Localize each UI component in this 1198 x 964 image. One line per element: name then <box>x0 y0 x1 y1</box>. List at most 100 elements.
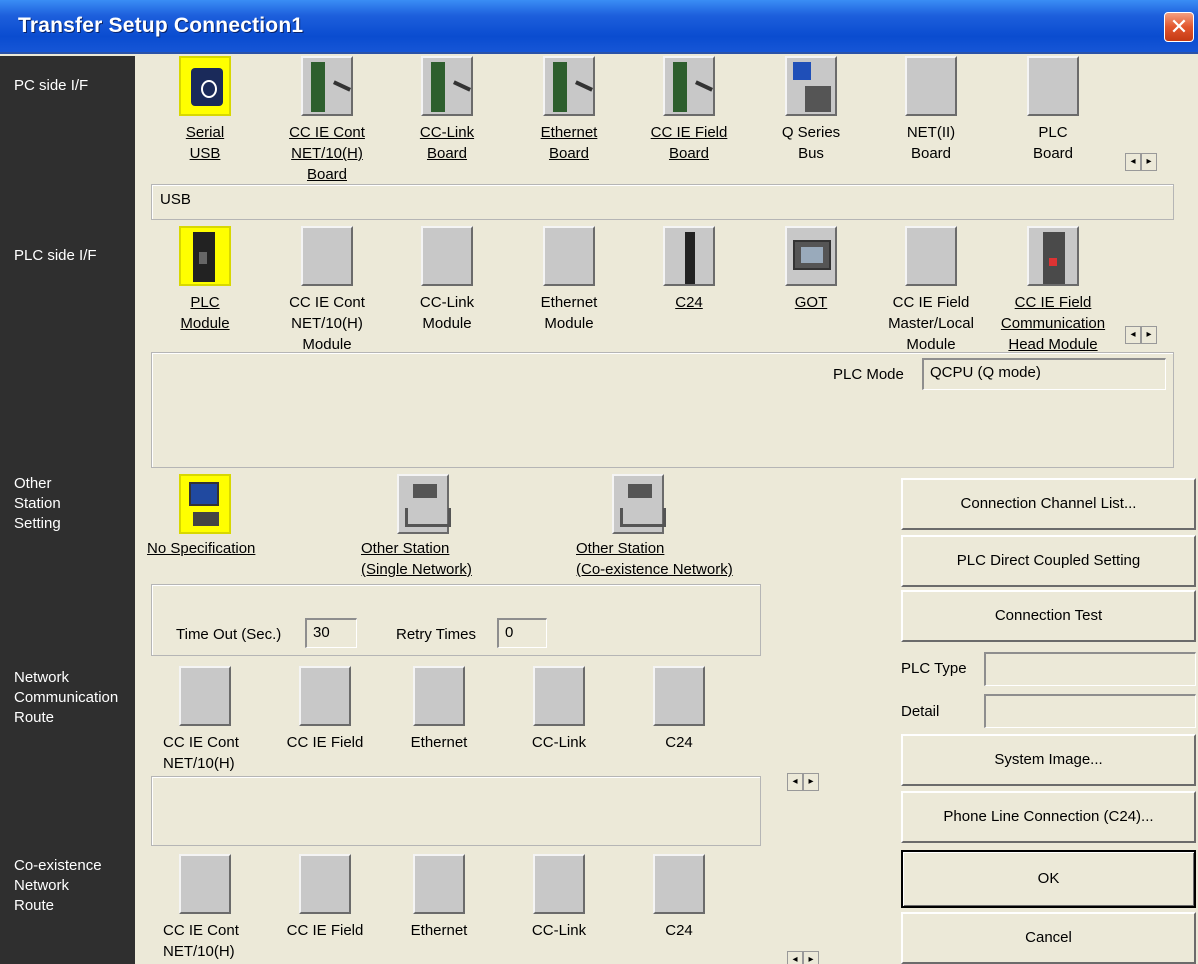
network-route-scroll[interactable]: ◂ ▸ <box>787 771 823 791</box>
plc-if-label: CC IE Cont NET/10(H) Module <box>289 294 365 353</box>
pc-if-label: Serial USB <box>185 124 225 162</box>
network-route-label: C24 <box>665 734 693 751</box>
coexistence-route-cc-ie-field[interactable]: CC IE Field <box>269 854 381 941</box>
plc-if-c24[interactable]: C24 <box>633 226 745 313</box>
coexistence-route-label: Ethernet <box>410 922 468 939</box>
network-route-label: CC IE Cont NET/10(H) <box>163 734 239 772</box>
pc-if-scroll[interactable]: ◂ ▸ <box>1125 151 1161 171</box>
section-label-column: PC side I/F PLC side I/F Other Station S… <box>0 56 135 964</box>
coexistence-route-c24[interactable]: C24 <box>623 854 735 941</box>
plc-if-label: CC-Link Module <box>419 294 475 332</box>
pc-if-value: USB <box>160 191 191 208</box>
detail-label: Detail <box>901 703 940 720</box>
other-station-label: Other Station (Co-existence Network) <box>576 540 733 578</box>
plc-if-cc-ie-field-master[interactable]: CC IE Field Master/Local Module <box>875 226 987 355</box>
pc-if-value-box: USB <box>151 184 1174 220</box>
pc-if-label: NET(II) Board <box>906 124 956 162</box>
network-route-cc-ie-cont[interactable]: CC IE Cont NET/10(H) <box>149 666 261 774</box>
scroll-right-icon[interactable]: ▸ <box>1141 326 1157 344</box>
scroll-right-icon[interactable]: ▸ <box>803 951 819 964</box>
coexistence-route-scroll[interactable]: ◂ ▸ <box>787 949 823 964</box>
label-other-station: Other Station Setting <box>14 475 61 532</box>
close-button[interactable]: ✕ <box>1164 12 1194 42</box>
pc-if-plc-board[interactable]: PLC Board <box>997 56 1109 164</box>
other-station-no-spec[interactable]: No Specification <box>147 474 287 559</box>
blank-icon <box>179 666 231 726</box>
c24-icon <box>663 226 715 286</box>
other-station-label: Other Station (Single Network) <box>361 540 472 578</box>
plc-if-cc-link-module[interactable]: CC-Link Module <box>391 226 503 334</box>
network-route-box <box>151 776 761 846</box>
plc-if-cc-ie-cont-module[interactable]: CC IE Cont NET/10(H) Module <box>271 226 383 355</box>
plc-if-cc-ie-field-head[interactable]: CC IE Field Communication Head Module <box>997 226 1109 355</box>
connection-test-button[interactable]: Connection Test <box>901 590 1196 642</box>
board-icon <box>421 56 473 116</box>
blank-icon <box>653 666 705 726</box>
pc-if-cc-ie-field-board[interactable]: CC IE Field Board <box>633 56 745 164</box>
coexistence-route-ethernet[interactable]: Ethernet <box>383 854 495 941</box>
scroll-left-icon[interactable]: ◂ <box>1125 326 1141 344</box>
usb-cable-icon <box>179 56 231 116</box>
network-route-c24[interactable]: C24 <box>623 666 735 753</box>
scroll-left-icon[interactable]: ◂ <box>1125 153 1141 171</box>
pc-if-ethernet-board[interactable]: Ethernet Board <box>513 56 625 164</box>
blank-icon <box>533 854 585 914</box>
network-route-label: CC-Link <box>531 734 587 751</box>
coexistence-route-label: C24 <box>665 922 693 939</box>
blank-icon <box>905 226 957 286</box>
retry-input[interactable]: 0 <box>497 618 547 648</box>
network-route-ethernet[interactable]: Ethernet <box>383 666 495 753</box>
retry-label: Retry Times <box>396 626 477 643</box>
blank-icon <box>299 666 351 726</box>
blank-icon <box>179 854 231 914</box>
pc-icon <box>179 474 231 534</box>
plc-direct-coupled-setting-button[interactable]: PLC Direct Coupled Setting <box>901 535 1196 587</box>
plc-if-scroll[interactable]: ◂ ▸ <box>1125 324 1161 344</box>
coexistence-route-label: CC IE Field <box>286 922 364 939</box>
network-route-cc-ie-field[interactable]: CC IE Field <box>269 666 381 753</box>
timeout-label: Time Out (Sec.) <box>176 626 282 643</box>
pc-if-label: CC IE Cont NET/10(H) Board <box>289 124 365 183</box>
window-title: Transfer Setup Connection1 <box>18 14 304 37</box>
got-icon <box>785 226 837 286</box>
plc-if-ethernet-module[interactable]: Ethernet Module <box>513 226 625 334</box>
pc-if-serial-usb[interactable]: Serial USB <box>149 56 261 164</box>
pc-if-q-series-bus[interactable]: Q Series Bus <box>755 56 867 164</box>
label-coexistence-route: Co-existence Network Route <box>14 857 102 914</box>
network-icon <box>397 474 451 534</box>
other-station-single[interactable]: Other Station (Single Network) <box>361 474 511 580</box>
plc-mode-label: PLC Mode <box>833 366 904 383</box>
connection-channel-list-button[interactable]: Connection Channel List... <box>901 478 1196 530</box>
scroll-left-icon[interactable]: ◂ <box>787 773 803 791</box>
blank-icon <box>543 226 595 286</box>
cancel-button[interactable]: Cancel <box>901 912 1196 964</box>
blank-icon <box>301 226 353 286</box>
scroll-right-icon[interactable]: ▸ <box>803 773 819 791</box>
pc-if-net-ii-board[interactable]: NET(II) Board <box>875 56 987 164</box>
system-image-button[interactable]: System Image... <box>901 734 1196 786</box>
timeout-input[interactable]: 30 <box>305 618 357 648</box>
coexistence-route-cc-link[interactable]: CC-Link <box>503 854 615 941</box>
label-plc-side: PLC side I/F <box>14 247 97 264</box>
plc-if-got[interactable]: GOT <box>755 226 867 313</box>
coexistence-route-label: CC IE Cont NET/10(H) <box>163 922 239 960</box>
pc-if-label: PLC Board <box>1032 124 1074 162</box>
blank-icon <box>533 666 585 726</box>
label-pc-side: PC side I/F <box>14 77 89 94</box>
blank-icon <box>905 56 957 116</box>
pc-if-cc-ie-cont-board[interactable]: CC IE Cont NET/10(H) Board <box>271 56 383 185</box>
coexistence-route-cc-ie-cont[interactable]: CC IE Cont NET/10(H) <box>149 854 261 962</box>
pc-if-cc-link-board[interactable]: CC-Link Board <box>391 56 503 164</box>
ok-button[interactable]: OK <box>901 850 1196 908</box>
scroll-right-icon[interactable]: ▸ <box>1141 153 1157 171</box>
detail-field <box>984 694 1196 728</box>
head-module-icon <box>1027 226 1079 286</box>
phone-line-connection-button[interactable]: Phone Line Connection (C24)... <box>901 791 1196 843</box>
plc-module-icon <box>179 226 231 286</box>
network-route-cc-link[interactable]: CC-Link <box>503 666 615 753</box>
blank-icon <box>1027 56 1079 116</box>
plc-type-label: PLC Type <box>901 660 967 677</box>
scroll-left-icon[interactable]: ◂ <box>787 951 803 964</box>
other-station-coexistence[interactable]: Other Station (Co-existence Network) <box>576 474 776 580</box>
plc-if-plc-module[interactable]: PLC Module <box>149 226 261 334</box>
